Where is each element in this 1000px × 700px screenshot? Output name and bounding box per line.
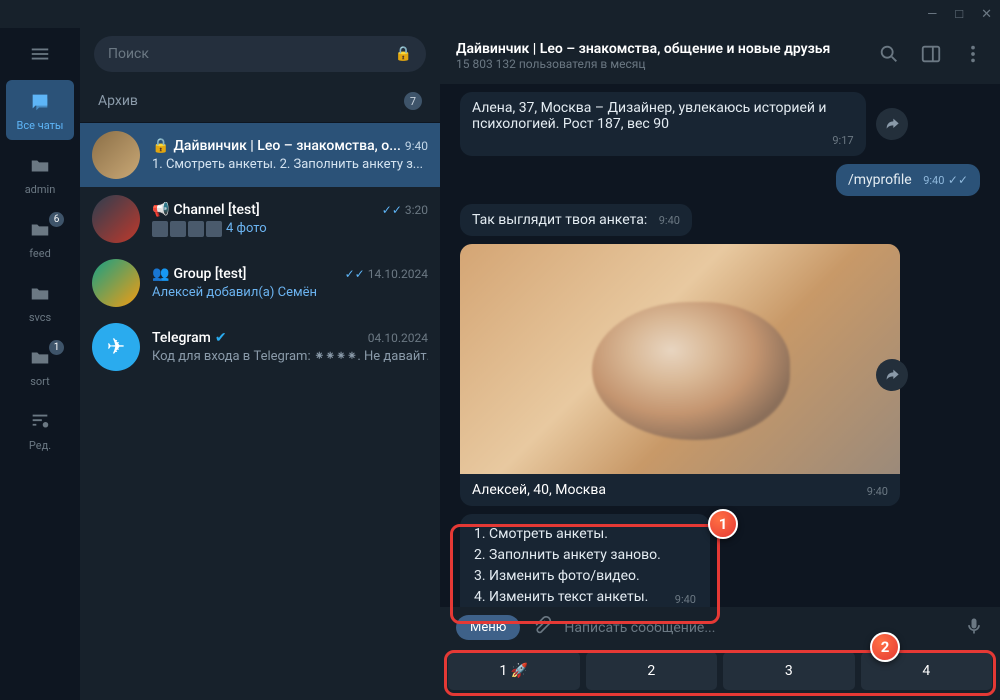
chat-item[interactable]: 📢Channel [test] ✓✓ 3:20 4 фото xyxy=(80,187,440,251)
message-text: Так выглядит твоя анкета: xyxy=(472,212,647,228)
avatar xyxy=(92,131,140,179)
rail-folder-feed[interactable]: feed 6 xyxy=(6,208,74,268)
message-time: 9:40 xyxy=(867,485,888,498)
archive-label: Архив xyxy=(98,93,138,109)
photo-thumbs xyxy=(152,221,222,237)
message-time: 9:40 xyxy=(923,174,944,187)
chat-subtitle: 15 803 132 пользователя в месяц xyxy=(456,57,864,71)
chat-time: 9:40 xyxy=(405,139,428,153)
chat-list-sidebar: Поиск 🔒 Архив 7 🔒Дайвинчик | Leo – знако… xyxy=(80,28,440,700)
chat-item[interactable]: 👥Group [test] ✓✓ 14.10.2024 Алексей доба… xyxy=(80,251,440,315)
chat-preview: Код для входа в Telegram: ⁕⁕⁕⁕. Не давай… xyxy=(152,349,428,364)
rail-label: sort xyxy=(30,375,50,388)
message-time: 9:40 xyxy=(659,214,680,227)
verified-icon: ✔ xyxy=(215,330,227,346)
archive-count: 7 xyxy=(404,92,422,110)
chat-time: 04.10.2024 xyxy=(368,331,428,345)
chat-time: ✓✓ 3:20 xyxy=(382,203,428,217)
rail-folder-sort[interactable]: sort 1 xyxy=(6,336,74,396)
reply-keyboard: 1 🚀 2 3 4 xyxy=(440,648,1000,700)
message-photo[interactable]: Алексей, 40, Москва 9:40 xyxy=(460,244,866,506)
rail-label: Все чаты xyxy=(17,119,64,132)
menu-button[interactable] xyxy=(20,38,60,70)
annotation-marker-1: 1 xyxy=(708,509,738,539)
search-placeholder: Поиск xyxy=(108,46,149,62)
message-in[interactable]: Алена, 37, Москва – Дизайнер, увлекаюсь … xyxy=(460,92,866,156)
rail-edit[interactable]: Ред. xyxy=(6,400,74,460)
chat-preview: Алексей добавил(а) Семён xyxy=(152,285,428,300)
menu-icon xyxy=(29,43,51,65)
chat-name: 🔒Дайвинчик | Leo – знакомства, о... xyxy=(152,138,401,154)
search-icon[interactable] xyxy=(878,43,900,69)
avatar xyxy=(92,259,140,307)
keyboard-button-1[interactable]: 1 🚀 xyxy=(448,652,580,690)
unread-badge: 6 xyxy=(49,212,64,227)
message-in[interactable]: Так выглядит твоя анкета: 9:40 xyxy=(460,204,692,236)
folder-icon xyxy=(26,152,54,180)
message-text: /myprofile xyxy=(848,172,912,188)
profile-photo[interactable] xyxy=(460,244,900,474)
read-checks-icon: ✓✓ xyxy=(382,203,402,217)
message-input[interactable]: Написать сообщение... xyxy=(564,620,952,636)
minimize-button[interactable]: — xyxy=(927,7,937,22)
chat-preview: 1. Смотреть анкеты. 2. Заполнить анкету … xyxy=(152,157,428,172)
chat-title: Дайвинчик | Leo – знакомства, общение и … xyxy=(456,41,864,57)
read-checks-icon: ✓✓ xyxy=(948,173,968,187)
bot-menu-button[interactable]: Меню xyxy=(456,615,520,640)
forward-button[interactable] xyxy=(876,108,908,140)
folder-icon xyxy=(26,280,54,308)
avatar xyxy=(92,195,140,243)
chat-name: 👥Group [test] xyxy=(152,266,246,282)
rail-folder-svcs[interactable]: svcs xyxy=(6,272,74,332)
chat-preview: 4 фото xyxy=(152,221,428,237)
more-icon[interactable] xyxy=(962,43,984,69)
edit-icon xyxy=(26,408,54,436)
input-area: Меню Написать сообщение... xyxy=(440,607,1000,648)
sidebar-toggle-icon[interactable] xyxy=(920,43,942,69)
photo-caption: Алексей, 40, Москва xyxy=(472,482,606,498)
chat-main: Дайвинчик | Leo – знакомства, общение и … xyxy=(440,28,1000,700)
chat-name: Telegram ✔ xyxy=(152,330,227,346)
rail-folder-admin[interactable]: admin xyxy=(6,144,74,204)
rail-label: feed xyxy=(29,247,51,260)
close-button[interactable]: ✕ xyxy=(981,7,992,22)
rail-label: admin xyxy=(25,183,56,196)
avatar: ✈ xyxy=(92,323,140,371)
chat-name: 📢Channel [test] xyxy=(152,202,260,218)
message-time: 9:40 xyxy=(675,592,696,608)
read-checks-icon: ✓✓ xyxy=(345,267,365,281)
window-titlebar: — □ ✕ xyxy=(0,0,1000,28)
rail-label: svcs xyxy=(29,311,51,324)
chat-header[interactable]: Дайвинчик | Leo – знакомства, общение и … xyxy=(440,28,1000,84)
chat-icon xyxy=(26,88,54,116)
search-input[interactable]: Поиск 🔒 xyxy=(94,36,426,72)
maximize-button[interactable]: □ xyxy=(955,6,963,22)
rail-all-chats[interactable]: Все чаты xyxy=(6,80,74,140)
keyboard-button-3[interactable]: 3 xyxy=(723,652,855,690)
message-menu[interactable]: 1. Смотреть анкеты. 2. Заполнить анкету … xyxy=(460,514,710,607)
menu-option: 1. Смотреть анкеты. xyxy=(474,524,696,545)
keyboard-button-2[interactable]: 2 xyxy=(586,652,718,690)
menu-option: 4. Изменить текст анкеты. xyxy=(474,587,648,607)
chat-item[interactable]: 🔒Дайвинчик | Leo – знакомства, о... 9:40… xyxy=(80,123,440,187)
chat-item[interactable]: ✈ Telegram ✔ 04.10.2024 Код для входа в … xyxy=(80,315,440,379)
annotation-marker-2: 2 xyxy=(870,632,900,662)
message-text: Алена, 37, Москва – Дизайнер, увлекаюсь … xyxy=(472,100,827,132)
folder-rail: Все чаты admin feed 6 svcs sort 1 Ред. xyxy=(0,28,80,700)
unread-badge: 1 xyxy=(49,340,64,355)
forward-button[interactable] xyxy=(876,359,908,391)
archive-row[interactable]: Архив 7 xyxy=(80,80,440,123)
menu-option: 2. Заполнить анкету заново. xyxy=(474,545,696,566)
voice-icon[interactable] xyxy=(964,616,984,640)
message-out[interactable]: /myprofile 9:40 ✓✓ xyxy=(836,164,980,196)
attach-icon[interactable] xyxy=(532,616,552,640)
message-time: 9:17 xyxy=(832,134,853,147)
lock-icon: 🔒 xyxy=(395,46,412,62)
menu-option: 3. Изменить фото/видео. xyxy=(474,566,696,587)
rail-label: Ред. xyxy=(29,439,51,452)
chat-time: ✓✓ 14.10.2024 xyxy=(345,267,428,281)
